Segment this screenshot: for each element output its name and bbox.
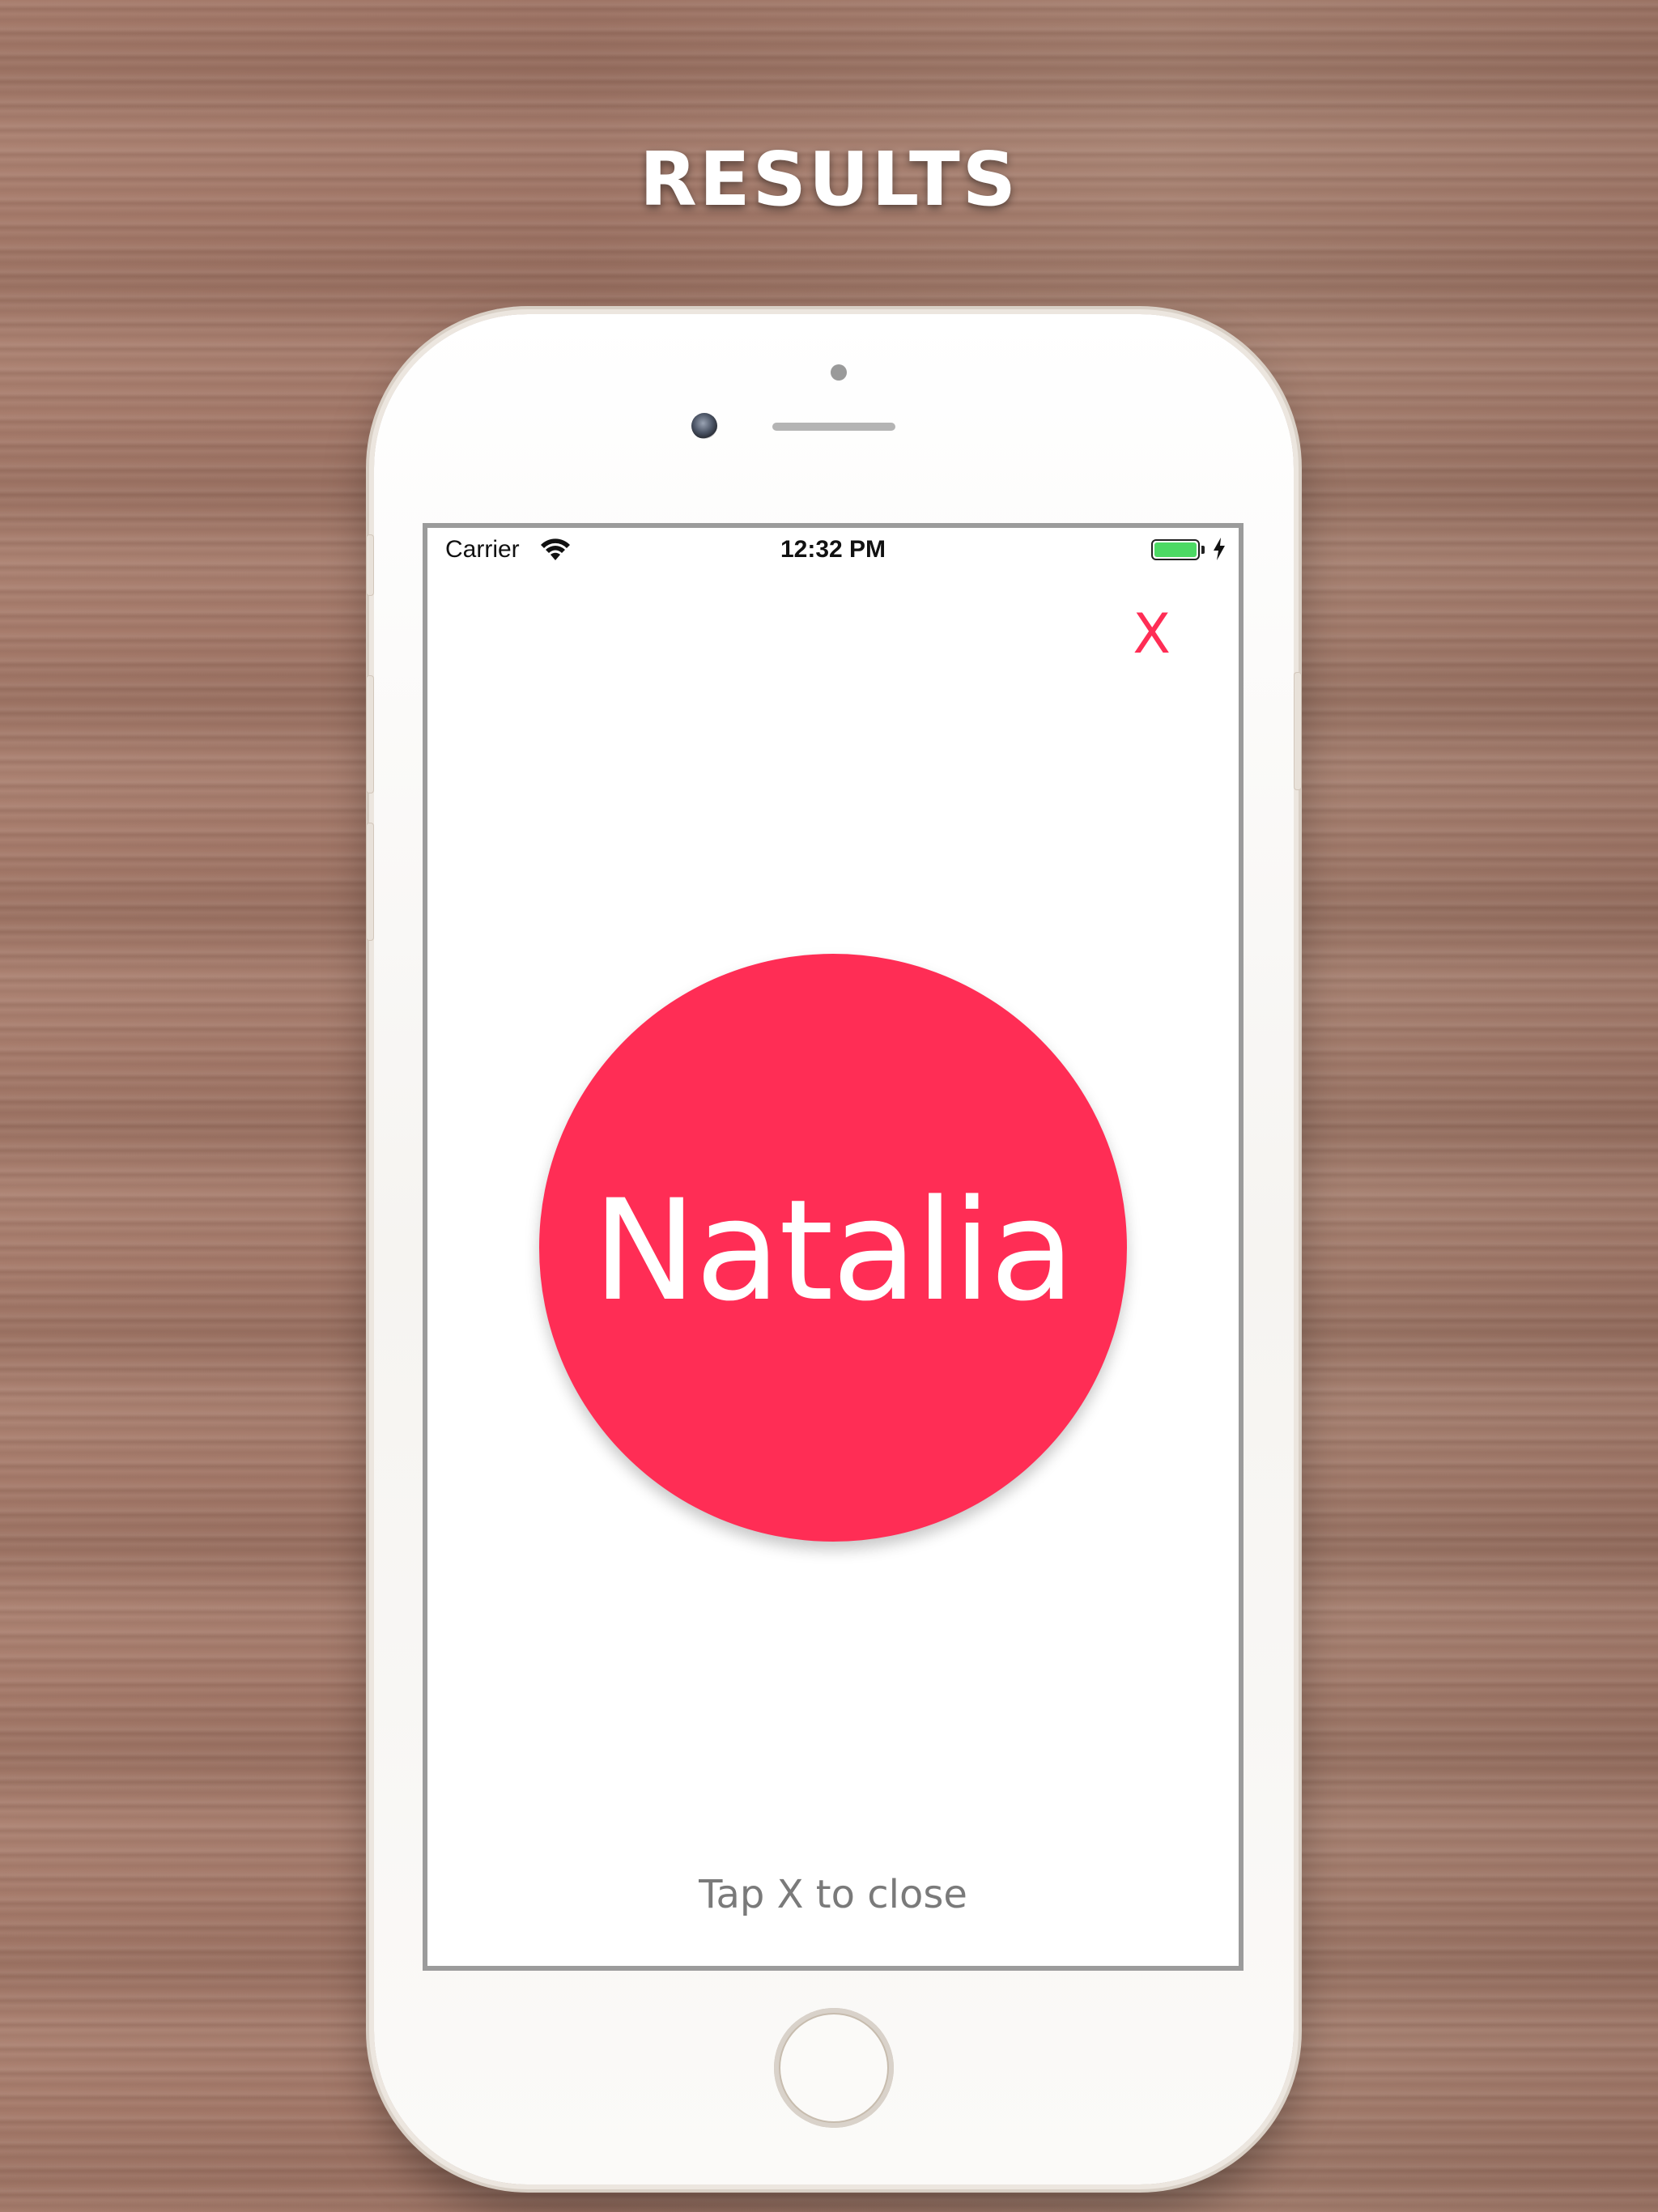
battery-level xyxy=(1154,542,1197,557)
charging-bolt-icon xyxy=(1214,538,1225,560)
battery-nub xyxy=(1201,546,1205,554)
power-button xyxy=(1294,672,1302,790)
close-hint: Tap X to close xyxy=(699,1872,967,1917)
mute-switch xyxy=(366,534,374,596)
front-camera-icon xyxy=(691,413,717,439)
proximity-sensor xyxy=(831,364,847,381)
battery-icon xyxy=(1151,539,1200,560)
result-name: Natalia xyxy=(593,1168,1075,1332)
earpiece-speaker xyxy=(772,423,895,431)
volume-up-button xyxy=(366,675,374,793)
result-circle: Natalia xyxy=(539,954,1127,1542)
phone-screen: Carrier 12:32 PM X Natalia Tap X to clos… xyxy=(423,523,1244,1971)
close-button[interactable]: X xyxy=(1133,607,1171,662)
status-time: 12:32 PM xyxy=(780,536,886,563)
volume-down-button xyxy=(366,823,374,941)
headline: RESULTS xyxy=(639,136,1019,223)
status-bar: Carrier 12:32 PM xyxy=(427,528,1239,568)
home-button[interactable] xyxy=(774,2008,894,2128)
